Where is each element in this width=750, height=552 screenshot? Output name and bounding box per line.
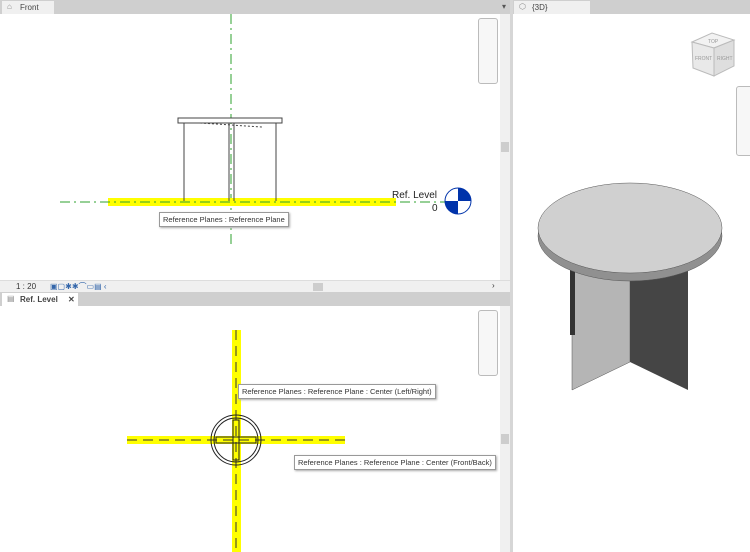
- tab-ref-level[interactable]: ▤ Ref. Level ✕: [2, 293, 78, 306]
- level-head-icon: [444, 187, 472, 215]
- highlighted-ref-plane: [108, 198, 396, 206]
- viewcube-top[interactable]: TOP: [708, 39, 719, 45]
- horizontal-scrollbar-thumb[interactable]: [313, 283, 323, 291]
- viewcube: TOP FRONT RIGHT: [690, 32, 736, 77]
- tooltip-ref-plane: Reference Planes : Reference Plane: [159, 212, 289, 227]
- tooltip-ref-plane-fb: Reference Planes : Reference Plane : Cen…: [294, 455, 496, 470]
- navigation-bar-plan[interactable]: [478, 310, 498, 376]
- vertical-scrollbar-front[interactable]: [500, 14, 510, 280]
- view-divider[interactable]: [510, 0, 513, 552]
- navigation-bar-3d[interactable]: [736, 86, 750, 156]
- vertical-scrollbar-plan[interactable]: [500, 306, 510, 552]
- 3d-view-icon: ⬡: [519, 2, 526, 11]
- tooltip-ref-plane-lr: Reference Planes : Reference Plane : Cen…: [238, 384, 436, 399]
- table-elevation: [177, 117, 283, 201]
- scale-label[interactable]: 1 : 20: [16, 282, 36, 291]
- view-control-icons[interactable]: ▣▢✱✱⌒▭▤ ‹: [50, 281, 107, 292]
- navigation-bar-front[interactable]: [478, 18, 498, 84]
- tab-3d[interactable]: ⬡ {3D}: [514, 1, 590, 14]
- viewcube-right[interactable]: RIGHT: [717, 56, 733, 62]
- level-name: Ref. Level: [392, 190, 438, 201]
- scroll-right-arrow[interactable]: ›: [492, 281, 495, 290]
- viewcube-front[interactable]: FRONT: [695, 56, 712, 62]
- level-elevation: 0: [432, 203, 438, 214]
- table-3d: [537, 182, 723, 391]
- view-control-bar: 1 : 20 ▣▢✱✱⌒▭▤ ‹ ›: [0, 280, 512, 292]
- plan-view-icon: ▤: [7, 294, 15, 303]
- close-tab-button[interactable]: ✕: [68, 295, 75, 304]
